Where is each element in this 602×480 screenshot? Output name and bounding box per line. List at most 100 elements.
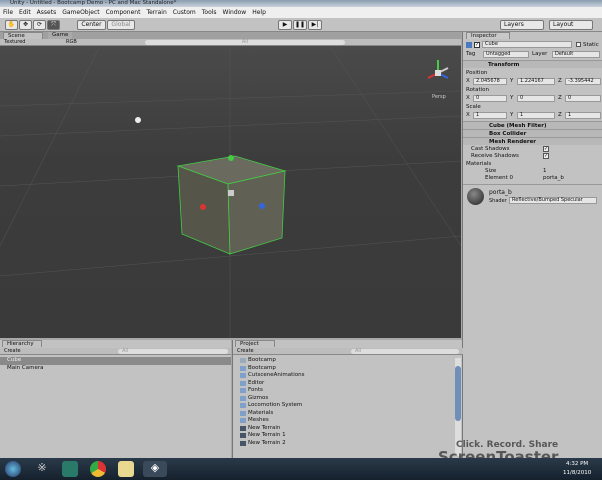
tab-project[interactable]: Project (235, 340, 275, 347)
menu-edit[interactable]: Edit (19, 7, 31, 18)
position-y-input[interactable]: 1.224167 (517, 78, 555, 85)
folder-icon (240, 365, 246, 371)
menu-custom[interactable]: Custom (173, 7, 196, 18)
project-item[interactable]: New Terrain (233, 425, 455, 433)
item-label: New Terrain 1 (248, 432, 286, 438)
active-checkbox[interactable]: ✓ (474, 42, 480, 48)
project-item[interactable]: Gizmos (233, 395, 455, 403)
rotate-tool-icon[interactable]: ⟳ (33, 20, 46, 30)
pivot-center-button[interactable]: Center (77, 20, 106, 30)
z-label: Z (558, 112, 562, 118)
rotation-z-input[interactable]: 0 (565, 95, 601, 102)
rotation-y-input[interactable]: 0 (517, 95, 555, 102)
menu-assets[interactable]: Assets (37, 7, 57, 18)
tab-scene[interactable]: Scene (3, 32, 43, 39)
hierarchy-panel: Hierarchy Create All Cube Main Camera (0, 340, 231, 458)
hierarchy-search-input[interactable]: All (118, 349, 228, 354)
terrain-icon (240, 433, 246, 439)
item-label: Locomotion System (248, 402, 303, 408)
project-item[interactable]: Bootcamp (233, 365, 455, 373)
explorer-icon[interactable] (118, 461, 134, 477)
scale-row: X1 Y1 Z1 (463, 111, 602, 119)
element0-field[interactable]: porta_b (543, 174, 564, 182)
app-icon[interactable]: ※ (34, 461, 50, 477)
mesh-filter-header[interactable]: Cube (Mesh Filter) (463, 121, 602, 129)
project-item[interactable]: Locomotion System (233, 402, 455, 410)
light-icon (135, 117, 141, 123)
shader-dropdown[interactable]: Reflective/Bumped Specular (509, 197, 597, 204)
project-item[interactable]: Materials (233, 410, 455, 418)
tab-hierarchy[interactable]: Hierarchy (2, 340, 42, 347)
clock-time[interactable]: 4:32 PM (566, 461, 588, 467)
create-button[interactable]: Create (4, 348, 21, 354)
project-item[interactable]: Editor (233, 380, 455, 388)
tag-dropdown[interactable]: Untagged (483, 51, 529, 58)
menu-component[interactable]: Component (106, 7, 141, 18)
unity-icon[interactable]: ◈ (143, 461, 167, 477)
position-label: Position (466, 70, 488, 76)
project-item[interactable]: CutsceneAnimations (233, 372, 455, 380)
hierarchy-item[interactable]: Cube (0, 357, 231, 365)
project-search-input[interactable]: All (351, 349, 459, 354)
menu-file[interactable]: File (3, 7, 13, 18)
project-create-button[interactable]: Create (237, 348, 254, 354)
play-button[interactable]: ▶ (278, 20, 292, 30)
menu-tools[interactable]: Tools (202, 7, 217, 18)
receive-shadows-checkbox[interactable]: ✓ (543, 153, 549, 159)
layers-dropdown[interactable]: Layers (500, 20, 544, 30)
global-button[interactable]: Global (107, 20, 135, 30)
element0-row: Element 0 porta_b (463, 174, 602, 182)
project-item[interactable]: New Terrain 1 (233, 432, 455, 440)
move-tool-icon[interactable]: ✥ (19, 20, 32, 30)
color-mode-dropdown[interactable]: RGB (66, 39, 77, 46)
folder-icon (240, 388, 246, 394)
mesh-renderer-header[interactable]: Mesh Renderer (463, 137, 602, 145)
rotation-x-input[interactable]: 0 (473, 95, 507, 102)
scale-y-input[interactable]: 1 (517, 112, 555, 119)
scale-label: Scale (466, 104, 481, 110)
scene-search-input[interactable]: All (145, 40, 345, 45)
persp-label: Persp (432, 94, 446, 100)
start-button-icon[interactable] (5, 461, 21, 477)
scene-viewport[interactable]: Persp (0, 46, 461, 338)
layer-dropdown[interactable]: Default (552, 51, 600, 58)
scale-tool-icon[interactable]: ⤧ (47, 20, 60, 30)
layout-dropdown[interactable]: Layout (549, 20, 593, 30)
scale-x-input[interactable]: 1 (473, 112, 507, 119)
clock-date[interactable]: 11/8/2010 (563, 470, 591, 476)
static-checkbox[interactable] (576, 42, 581, 47)
render-mode-dropdown[interactable]: Textured (4, 39, 25, 46)
transform-header[interactable]: Transform (463, 60, 602, 68)
project-item[interactable]: New Terrain 2 (233, 440, 455, 448)
folder-icon (240, 403, 246, 409)
position-z-input[interactable]: -3.395442 (565, 78, 601, 85)
folder-icon (240, 418, 246, 424)
project-item[interactable]: Meshes (233, 417, 455, 425)
rotation-label: Rotation (466, 87, 490, 93)
receive-shadows-row: Receive Shadows ✓ (463, 152, 602, 160)
rotation-row: X0 Y0 Z0 (463, 94, 602, 102)
menu-gameobject[interactable]: GameObject (62, 7, 99, 18)
position-x-input[interactable]: 2.045678 (473, 78, 507, 85)
menu-help[interactable]: Help (252, 7, 266, 18)
app-icon[interactable] (62, 461, 78, 477)
chrome-icon[interactable] (90, 461, 106, 477)
terrain-icon (240, 440, 246, 446)
object-name-input[interactable]: Cube (482, 41, 572, 48)
material-preview (467, 188, 484, 205)
menu-terrain[interactable]: Terrain (146, 7, 166, 18)
pause-button[interactable]: ❚❚ (293, 20, 307, 30)
scale-z-input[interactable]: 1 (565, 112, 601, 119)
step-button[interactable]: ▶| (308, 20, 322, 30)
item-label: Materials (248, 409, 274, 416)
y-label: Y (510, 112, 514, 118)
tab-game[interactable]: Game (48, 32, 73, 39)
cube-icon (466, 42, 472, 48)
tab-inspector[interactable]: Inspector (466, 32, 510, 39)
project-item[interactable]: Bootcamp (233, 357, 455, 365)
menu-window[interactable]: Window (223, 7, 247, 18)
project-item[interactable]: Fonts (233, 387, 455, 395)
hierarchy-item[interactable]: Main Camera (0, 365, 231, 373)
hand-tool-icon[interactable]: ✋ (5, 20, 18, 30)
box-collider-header[interactable]: Box Collider (463, 129, 602, 137)
